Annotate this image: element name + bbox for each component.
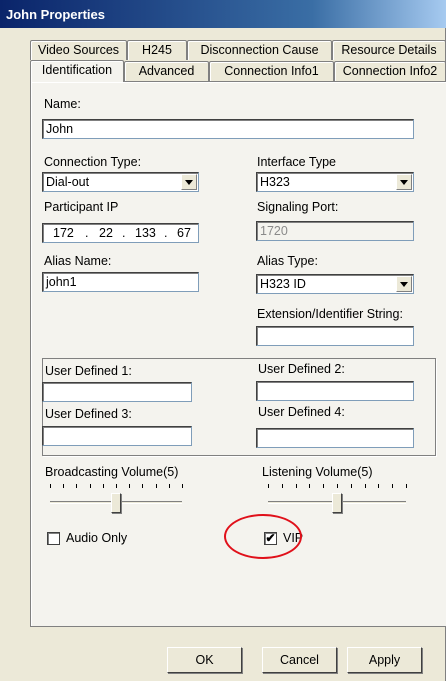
slider-tick	[116, 484, 117, 488]
slider-tick	[392, 484, 394, 488]
audio-only-checkbox[interactable]	[47, 532, 60, 545]
audio-only-label: Audio Only	[66, 531, 128, 545]
alias-type-label: Alias Type:	[257, 254, 318, 268]
vip-highlight-annotation	[224, 514, 302, 559]
listening-volume-slider[interactable]	[264, 484, 410, 518]
properties-dialog: John Properties Video Sources H245 Disco…	[0, 0, 446, 681]
slider-tick	[102, 484, 104, 488]
tab-resource-details[interactable]: Resource Details	[332, 40, 446, 60]
slider-tick	[63, 484, 65, 488]
slider-tick	[364, 484, 366, 488]
alias-type-value: H323 ID	[260, 277, 306, 291]
slider-tick	[281, 484, 283, 488]
slider-tick	[129, 484, 131, 488]
signaling-port-label: Signaling Port:	[257, 200, 339, 214]
tab-h245[interactable]: H245	[127, 40, 187, 60]
tab-connection-info2[interactable]: Connection Info2	[334, 61, 446, 81]
cancel-button[interactable]: Cancel	[262, 647, 337, 673]
user-defined-3-field[interactable]	[42, 426, 192, 446]
user-defined-1-label: User Defined 1:	[45, 364, 132, 378]
slider-tick	[337, 484, 338, 488]
user-defined-2-label: User Defined 2:	[258, 362, 345, 376]
slider-tick	[295, 484, 297, 488]
participant-ip-label: Participant IP	[44, 200, 119, 214]
alias-name-field[interactable]: john1	[42, 272, 199, 292]
slider-tick	[50, 484, 51, 488]
slider-tick	[309, 484, 311, 488]
slider-tick	[182, 484, 183, 488]
tab-advanced[interactable]: Advanced	[124, 61, 209, 81]
listening-volume-label: Listening Volume(5)	[262, 465, 373, 479]
user-defined-2-field[interactable]	[256, 381, 414, 401]
signaling-port-field: 1720	[256, 221, 414, 241]
user-defined-1-field[interactable]	[42, 382, 192, 402]
interface-type-value: H323	[260, 175, 290, 189]
interface-type-label: Interface Type	[257, 155, 336, 169]
connection-type-select[interactable]: Dial-out	[42, 172, 199, 192]
connection-type-value: Dial-out	[46, 175, 90, 189]
tab-identification[interactable]: Identification	[30, 60, 124, 82]
name-field[interactable]: John	[42, 119, 414, 139]
ip-separator: .	[122, 226, 126, 240]
ok-button[interactable]: OK	[167, 647, 242, 673]
slider-thumb[interactable]	[332, 493, 342, 513]
slider-tick	[378, 484, 380, 488]
slider-tick	[76, 484, 78, 488]
extension-field[interactable]	[256, 326, 414, 346]
slider-thumb[interactable]	[111, 493, 121, 513]
user-defined-4-label: User Defined 4:	[258, 405, 345, 419]
tab-disconnection-cause[interactable]: Disconnection Cause	[187, 40, 332, 60]
alias-name-label: Alias Name:	[44, 254, 112, 268]
slider-tick	[142, 484, 144, 488]
slider-tick	[268, 484, 269, 488]
tab-connection-info1[interactable]: Connection Info1	[209, 61, 334, 81]
name-label: Name:	[44, 97, 81, 111]
window-title: John Properties	[6, 7, 105, 22]
tab-video-sources[interactable]: Video Sources	[30, 40, 127, 60]
alias-type-select[interactable]: H323 ID	[256, 274, 414, 294]
ip-separator: .	[85, 226, 89, 240]
broadcasting-volume-slider[interactable]	[46, 484, 186, 518]
chevron-down-icon[interactable]	[181, 174, 197, 190]
interface-type-select[interactable]: H323	[256, 172, 414, 192]
ip-octet-2[interactable]: 22	[99, 224, 113, 242]
chevron-down-icon[interactable]	[396, 276, 412, 292]
connection-type-label: Connection Type:	[44, 155, 142, 169]
slider-tick	[155, 484, 157, 488]
participant-ip-field[interactable]: 172 . 22 . 133 . 67	[42, 223, 199, 243]
apply-button[interactable]: Apply	[347, 647, 422, 673]
slider-tick	[89, 484, 91, 488]
user-defined-3-label: User Defined 3:	[45, 407, 132, 421]
title-bar: John Properties	[0, 0, 446, 28]
slider-tick	[350, 484, 352, 488]
ip-separator: .	[164, 226, 168, 240]
slider-tick	[168, 484, 170, 488]
chevron-down-icon[interactable]	[396, 174, 412, 190]
slider-tick	[406, 484, 407, 488]
broadcasting-volume-label: Broadcasting Volume(5)	[45, 465, 179, 479]
extension-label: Extension/Identifier String:	[257, 307, 403, 321]
user-defined-4-field[interactable]	[256, 428, 414, 448]
ip-octet-4[interactable]: 67	[177, 224, 191, 242]
ip-octet-1[interactable]: 172	[53, 224, 74, 242]
ip-octet-3[interactable]: 133	[135, 224, 156, 242]
slider-tick	[323, 484, 325, 488]
